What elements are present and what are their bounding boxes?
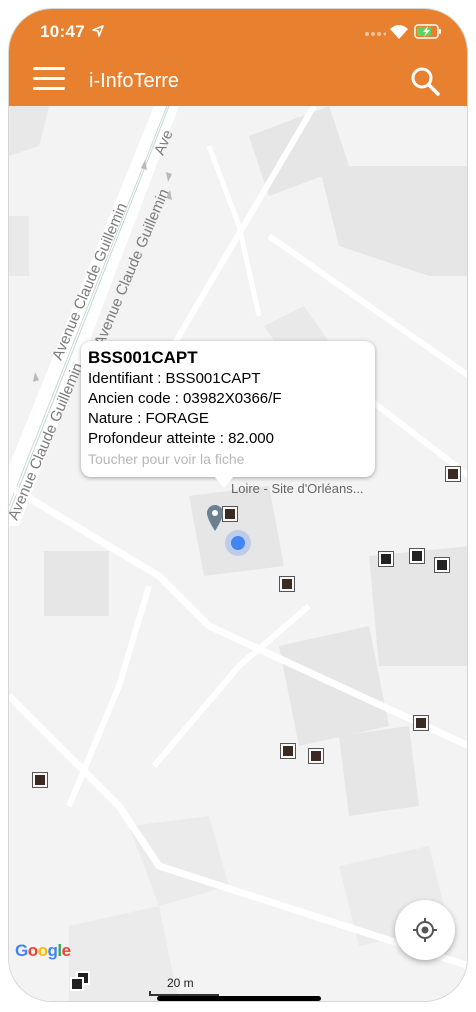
callout-nature: Nature : FORAGE	[88, 410, 209, 427]
borehole-marker[interactable]	[281, 744, 295, 758]
marker-cluster-icon[interactable]	[69, 970, 93, 992]
top-bar: 10:47 i-InfoTerre	[9, 9, 467, 106]
home-indicator[interactable]	[157, 996, 321, 1001]
place-label: Loire - Site d'Orléans...	[231, 481, 364, 496]
callout-ancien-code: Ancien code : 03982X0366/F	[88, 390, 282, 407]
borehole-marker[interactable]	[309, 749, 323, 763]
wifi-icon	[390, 25, 408, 39]
borehole-marker[interactable]	[410, 549, 424, 563]
borehole-marker[interactable]	[435, 558, 449, 572]
borehole-marker[interactable]	[223, 507, 237, 521]
battery-icon	[414, 24, 441, 39]
callout-profondeur: Profondeur atteinte : 82.000	[88, 430, 274, 447]
place-pin-icon[interactable]	[206, 504, 224, 532]
app-bar: i-InfoTerre	[9, 53, 467, 106]
borehole-marker[interactable]	[33, 773, 47, 787]
google-logo: Google	[15, 941, 71, 960]
callout-tail	[214, 476, 234, 488]
location-arrow-icon	[92, 25, 104, 37]
my-location-icon	[413, 918, 437, 942]
callout-identifiant: Identifiant : BSS001CAPT	[88, 370, 261, 387]
signal-dots-icon	[365, 32, 386, 36]
callout-hint[interactable]: Toucher pour voir la fiche	[88, 449, 368, 469]
search-icon[interactable]	[409, 65, 441, 97]
borehole-info-callout[interactable]: BSS001CAPT Identifiant : BSS001CAPT Anci…	[81, 341, 375, 477]
menu-button[interactable]	[33, 67, 65, 91]
app-title: i-InfoTerre	[89, 70, 180, 92]
callout-title: BSS001CAPT	[88, 348, 198, 367]
user-location-dot	[225, 530, 251, 556]
borehole-marker[interactable]	[446, 467, 460, 481]
scale-label: 20 m	[167, 976, 194, 990]
borehole-marker[interactable]	[280, 577, 294, 591]
phone-screen: 10:47 i-InfoTerre Avenue Claude Guillemi…	[8, 8, 468, 1002]
recenter-location-button[interactable]	[395, 900, 455, 960]
borehole-marker[interactable]	[414, 716, 428, 730]
borehole-marker[interactable]	[379, 552, 393, 566]
status-bar: 10:47	[9, 9, 467, 53]
status-time: 10:47	[40, 22, 85, 41]
map-view[interactable]: Avenue Claude Guillemin Avenue Claude Gu…	[9, 106, 467, 1001]
